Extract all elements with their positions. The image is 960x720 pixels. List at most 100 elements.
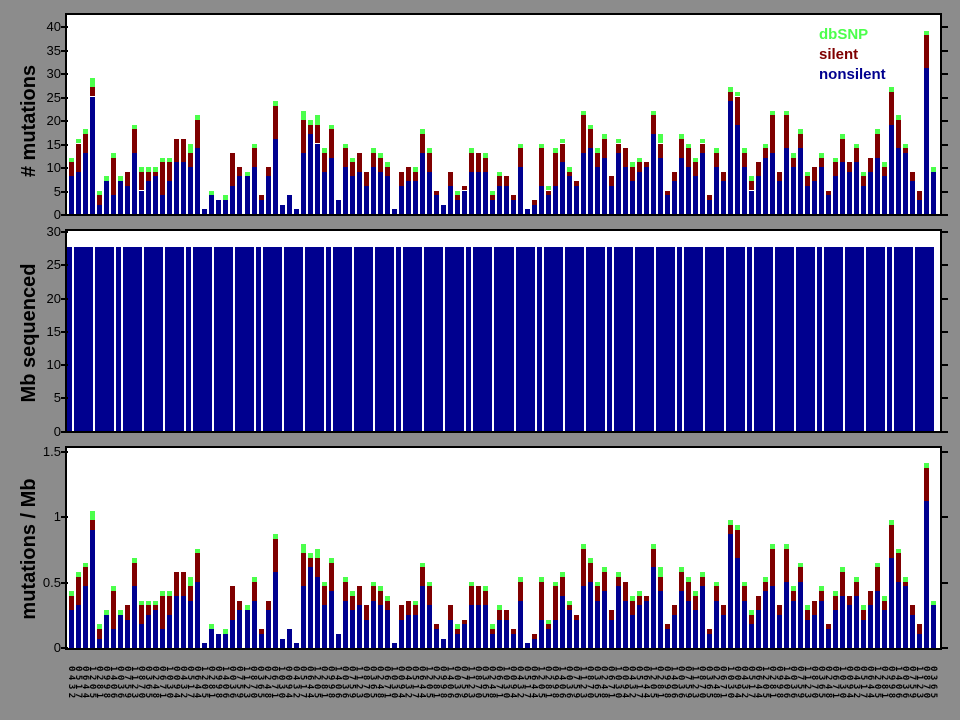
rate-bar-nonsilent <box>833 610 838 648</box>
mutations-bar-nonsilent <box>602 158 607 214</box>
rate-bar-silent <box>630 601 635 615</box>
mutations-bar-nonsilent <box>202 209 207 214</box>
mutations-bar-silent <box>630 167 635 181</box>
rate-bar-dbsnp <box>252 577 257 582</box>
rate-bar-silent <box>420 567 425 586</box>
rate-bar-nonsilent <box>581 586 586 648</box>
rate-bar-nonsilent <box>630 615 635 648</box>
rate-bar-nonsilent <box>819 601 824 648</box>
rate-bar-nonsilent <box>294 643 299 648</box>
rate-bar-nonsilent <box>518 601 523 648</box>
y-tick <box>61 144 68 146</box>
rate-bar-silent <box>770 549 775 587</box>
rate-bar-silent <box>742 586 747 600</box>
rate-bar-nonsilent <box>588 582 593 648</box>
mutations-bar-dbsnp <box>903 144 908 149</box>
rate-bar-dbsnp <box>273 534 278 539</box>
rate-bar-silent <box>167 596 172 615</box>
rate-bar-nonsilent <box>357 605 362 648</box>
rate-bar-silent <box>553 586 558 619</box>
mb-bar <box>929 247 934 431</box>
mutations-bar-nonsilent <box>672 181 677 214</box>
mutations-bar-nonsilent <box>574 186 579 214</box>
mb-bar <box>600 247 605 431</box>
rate-bar-nonsilent <box>83 586 88 648</box>
rate-bar-dbsnp <box>97 624 102 629</box>
mb-bar <box>607 247 612 431</box>
mutations-bar-dbsnp <box>104 176 109 181</box>
mutations-bar-nonsilent <box>560 162 565 214</box>
rate-bar-silent <box>83 567 88 586</box>
mutations-bar-silent <box>195 120 200 148</box>
mutations-bar-silent <box>679 139 684 158</box>
mutations-bar-silent <box>798 134 803 148</box>
rate-bar-nonsilent <box>125 620 130 648</box>
mb-bar <box>298 247 303 431</box>
mutations-bar-nonsilent <box>924 68 929 214</box>
rate-bar-dbsnp <box>76 572 81 577</box>
rate-bar-silent <box>637 596 642 605</box>
mutations-bar-nonsilent <box>223 200 228 214</box>
rate-bar-nonsilent <box>553 620 558 648</box>
rate-bar-dbsnp <box>889 520 894 525</box>
rate-bar-nonsilent <box>364 620 369 648</box>
mutations-bar-nonsilent <box>819 167 824 214</box>
mutations-bar-nonsilent <box>798 148 803 214</box>
rate-bar-nonsilent <box>413 615 418 648</box>
rate-bar-nonsilent <box>434 629 439 648</box>
mutations-bar-nonsilent <box>728 101 733 214</box>
rate-bar-nonsilent <box>223 634 228 648</box>
mb-bar <box>810 247 815 431</box>
y-tick-label: 10 <box>21 357 61 372</box>
rate-bar-dbsnp <box>595 582 600 587</box>
y-tick-right <box>941 191 948 193</box>
mutations-bar-nonsilent <box>532 205 537 214</box>
mutations-bar-silent <box>567 172 572 177</box>
mutations-bar-dbsnp <box>840 134 845 139</box>
rate-bar-nonsilent <box>427 605 432 648</box>
mutations-bar-silent <box>343 148 348 167</box>
mutations-bar-nonsilent <box>721 181 726 214</box>
mutations-bar-nonsilent <box>336 200 341 214</box>
mutations-bar-nonsilent <box>595 167 600 214</box>
mutations-bar-nonsilent <box>616 153 621 214</box>
mutations-bar-silent <box>588 129 593 148</box>
y-tick-label: 1 <box>21 509 61 524</box>
rate-bar-dbsnp <box>308 553 313 558</box>
mutations-bar-nonsilent <box>273 139 278 214</box>
mutations-bar-nonsilent <box>174 162 179 214</box>
rate-bar-nonsilent <box>672 615 677 648</box>
rate-bar-silent <box>700 577 705 586</box>
mutations-bar-silent <box>847 162 852 171</box>
mutations-bar-dbsnp <box>490 191 495 196</box>
rate-bar-silent <box>343 582 348 601</box>
rate-bar-silent <box>798 567 803 581</box>
mutations-bar-silent <box>483 158 488 172</box>
rate-bar-nonsilent <box>798 582 803 648</box>
mutations-bar-nonsilent <box>364 186 369 214</box>
y-tick-right <box>941 144 948 146</box>
y-tick-right <box>941 647 948 649</box>
mb-bar <box>740 247 745 431</box>
rate-bar-dbsnp <box>167 591 172 596</box>
mutations-bar-dbsnp <box>770 111 775 116</box>
mutations-bar-silent <box>826 191 831 196</box>
mutations-bar-silent <box>756 162 761 176</box>
mutations-bar-dbsnp <box>567 167 572 172</box>
rate-bar-silent <box>259 629 264 634</box>
rate-bar-nonsilent <box>153 610 158 648</box>
mutations-bar-dbsnp <box>882 162 887 167</box>
rate-bar-nonsilent <box>385 610 390 648</box>
mutations-bar-dbsnp <box>315 115 320 124</box>
rate-bar-nonsilent <box>490 634 495 648</box>
mb-bar <box>880 247 885 431</box>
y-tick-right <box>941 364 948 366</box>
rate-bar-dbsnp <box>483 586 488 591</box>
rate-bar-nonsilent <box>230 620 235 648</box>
rate-bar-nonsilent <box>329 591 334 648</box>
y-tick <box>61 431 68 433</box>
rate-bar-dbsnp <box>343 577 348 582</box>
mutations-bar-silent <box>917 191 922 200</box>
mutations-bar-nonsilent <box>111 195 116 214</box>
rate-bar-silent <box>448 605 453 619</box>
